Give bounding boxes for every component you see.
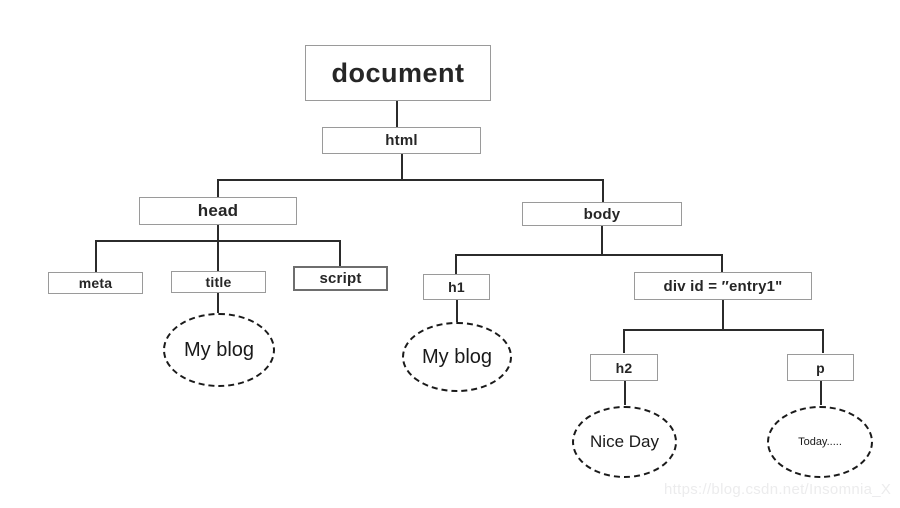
node-head-label: head: [197, 201, 239, 220]
edge-body-div: [721, 254, 723, 272]
text-node-h1-label: My blog: [421, 345, 493, 368]
edge-body-stem: [601, 225, 603, 255]
edge-div-stem: [722, 300, 724, 330]
node-body-label: body: [583, 205, 621, 223]
node-h1[interactable]: h1: [423, 274, 490, 300]
node-head[interactable]: head: [139, 197, 297, 225]
node-script[interactable]: script: [293, 266, 388, 291]
watermark-text: https://blog.csdn.net/Insomnia_X: [664, 481, 892, 498]
edge-head-stem: [217, 224, 219, 241]
edge-html-body: [602, 179, 604, 203]
edge-div-p: [822, 329, 824, 353]
node-title-label: title: [205, 274, 232, 290]
node-html-label: html: [385, 132, 418, 149]
text-node-h2-label: Nice Day: [590, 432, 659, 451]
edge-html-stem: [401, 154, 403, 180]
edge-document-html: [396, 100, 398, 128]
edge-h2-text: [624, 381, 626, 405]
text-node-title-label: My blog: [183, 338, 255, 361]
edge-div-bus: [623, 329, 824, 331]
edge-title-text: [217, 291, 219, 314]
node-html[interactable]: html: [322, 127, 481, 154]
node-body[interactable]: body: [522, 202, 682, 226]
node-div[interactable]: div id = ″entry1": [634, 272, 812, 300]
diagram-canvas: document html head body meta title scrip…: [0, 0, 900, 508]
edge-head-script: [339, 240, 341, 267]
edge-body-bus: [455, 254, 723, 256]
edge-h1-text: [456, 300, 458, 324]
node-div-label: div id = ″entry1": [663, 277, 783, 295]
node-h2-label: h2: [615, 359, 633, 376]
edge-head-meta: [95, 240, 97, 273]
edge-html-head: [217, 179, 219, 198]
node-h1-label: h1: [448, 279, 465, 295]
edge-html-bus: [217, 179, 604, 181]
text-node-title[interactable]: My blog: [163, 313, 275, 387]
text-node-h2[interactable]: Nice Day: [572, 406, 677, 478]
node-meta[interactable]: meta: [48, 272, 143, 294]
text-node-p[interactable]: Today.....: [767, 406, 873, 478]
node-document[interactable]: document: [305, 45, 491, 101]
edge-div-h2: [623, 329, 625, 353]
node-script-label: script: [319, 270, 362, 287]
edge-p-text: [820, 381, 822, 405]
edge-head-title: [217, 240, 219, 273]
edge-body-h1: [455, 254, 457, 274]
node-p-label: p: [816, 359, 825, 376]
text-node-p-label: Today.....: [798, 436, 842, 448]
node-meta-label: meta: [78, 275, 113, 291]
node-h2[interactable]: h2: [590, 354, 658, 381]
node-document-label: document: [331, 57, 465, 88]
node-title[interactable]: title: [171, 271, 266, 293]
node-p[interactable]: p: [787, 354, 854, 381]
text-node-h1[interactable]: My blog: [402, 322, 512, 392]
